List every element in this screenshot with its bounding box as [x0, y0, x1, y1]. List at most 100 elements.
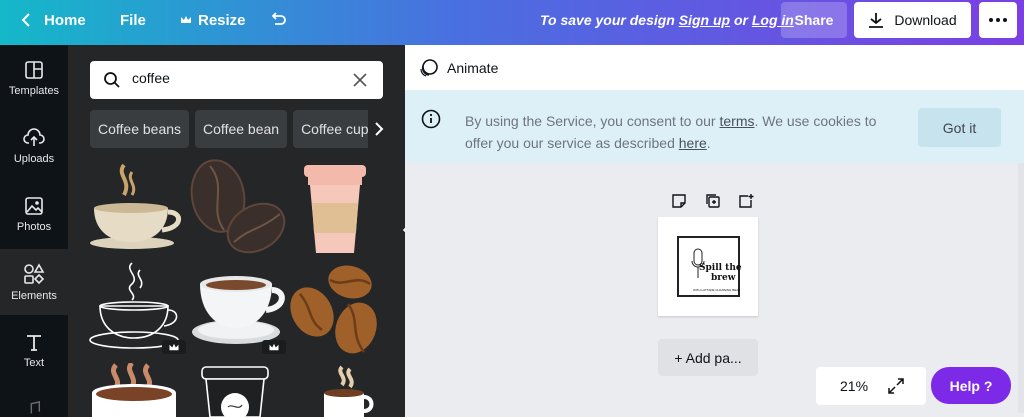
workspace: Animate By using the Service, you consen…: [405, 45, 1024, 417]
music-icon: [30, 401, 41, 414]
hot-drink-mug-element[interactable]: [88, 361, 183, 417]
takeaway-cup-element[interactable]: [300, 161, 370, 256]
design-page-thumbnail[interactable]: Spill the brew WITH LATTADE CHANNING BEA…: [658, 217, 758, 316]
paper-cup-image: [201, 366, 269, 417]
vertical-scrollbar[interactable]: [1018, 163, 1024, 413]
sidebar-item-more[interactable]: [0, 385, 68, 417]
small-mug-image: [324, 365, 374, 417]
logo-line-1: Spill the: [699, 263, 742, 273]
text-icon: [27, 334, 41, 351]
coffee-cup-steam-image: [90, 163, 181, 249]
help-label: Help ?: [949, 377, 993, 394]
file-label: File: [120, 11, 146, 29]
paper-cup-element[interactable]: [196, 363, 276, 417]
cookie-message: By using the Service, you consent to our…: [465, 110, 905, 154]
coffee-beans-sketch-element[interactable]: [188, 158, 288, 256]
more-icon: [989, 18, 1007, 22]
premium-badge: [262, 340, 286, 354]
chips-next-button[interactable]: [368, 110, 390, 148]
templates-icon: [25, 60, 43, 79]
photo-icon: [25, 196, 43, 215]
animate-button[interactable]: Animate: [447, 60, 498, 76]
clear-icon[interactable]: [353, 73, 367, 87]
or-text: or: [733, 12, 748, 28]
note-icon[interactable]: [671, 193, 687, 209]
logo-line-3: WITH LATTADE CHANNING BEAL: [693, 288, 740, 292]
chip-coffee-bean[interactable]: Coffee bean: [195, 110, 288, 148]
sidebar-item-label: Photos: [16, 220, 52, 233]
sidebar-item-label: Elements: [11, 289, 57, 302]
got-it-label: Got it: [942, 119, 977, 136]
small-mug-element[interactable]: [316, 365, 376, 417]
add-page-button[interactable]: + Add pa...: [658, 339, 758, 376]
help-button[interactable]: Help ?: [931, 367, 1011, 404]
undo-icon: [271, 12, 286, 25]
sidebar-item-label: Uploads: [13, 152, 55, 165]
sidebar-item-uploads[interactable]: Uploads: [0, 113, 68, 179]
search-icon: [104, 72, 120, 88]
terms-link[interactable]: terms: [719, 113, 754, 129]
sign-up-link[interactable]: Sign up: [679, 12, 730, 28]
chip-coffee-cup[interactable]: Coffee cup: [293, 110, 377, 148]
fullscreen-icon[interactable]: [888, 378, 904, 394]
share-button[interactable]: Share: [781, 2, 847, 38]
home-label: Home: [44, 11, 86, 29]
elements-panel: coffee Coffee beans Coffee bean Coffee c…: [68, 45, 405, 417]
add-page-label: + Add pa...: [674, 349, 742, 366]
cookie-text-1: By using the Service, you consent to our: [465, 113, 716, 129]
info-icon: [421, 109, 441, 129]
search-input[interactable]: coffee: [132, 70, 170, 86]
resize-label: Resize: [198, 11, 246, 29]
crown-icon: [169, 343, 179, 350]
share-label: Share: [794, 12, 834, 28]
coffee-cup-steam-element[interactable]: [88, 160, 183, 255]
sidebar-item-templates[interactable]: Templates: [0, 45, 68, 111]
logo-line-2: brew: [711, 273, 736, 283]
spill-the-brew-logo: Spill the brew WITH LATTADE CHANNING BEA…: [677, 236, 742, 297]
animate-icon: [420, 58, 438, 77]
cookie-text-3: .: [706, 135, 711, 151]
chevron-right-icon: [375, 122, 384, 136]
save-prefix: To save your design: [540, 12, 675, 28]
cookie-banner: By using the Service, you consent to our…: [405, 90, 1024, 163]
sidebar-item-photos[interactable]: Photos: [0, 181, 68, 247]
download-label: Download: [894, 12, 957, 28]
side-navigation: Templates Uploads Photos Elements Text: [0, 45, 68, 417]
takeaway-cup-image: [304, 165, 366, 253]
more-button[interactable]: [979, 2, 1017, 38]
download-button[interactable]: Download: [854, 2, 971, 38]
duplicate-page-icon[interactable]: [705, 193, 721, 209]
here-link[interactable]: here: [679, 135, 707, 151]
download-icon: [869, 13, 884, 28]
brown-beans-element[interactable]: [290, 264, 385, 356]
sidebar-item-label: Text: [23, 356, 45, 369]
brown-beans-image: [290, 265, 377, 354]
line-art-cup-element[interactable]: [88, 260, 186, 355]
hot-drink-mug-image: [92, 361, 176, 417]
undo-button[interactable]: [269, 0, 287, 40]
zoom-control[interactable]: 21%: [816, 367, 926, 405]
chevron-left-icon: [21, 13, 30, 27]
sidebar-item-text[interactable]: Text: [0, 317, 68, 383]
suggestion-chips: Coffee beans Coffee bean Coffee cup: [90, 110, 377, 148]
file-menu[interactable]: File: [120, 0, 146, 40]
search-box[interactable]: coffee: [90, 61, 383, 99]
got-it-button[interactable]: Got it: [918, 108, 1001, 147]
sidebar-item-elements[interactable]: Elements: [0, 249, 68, 315]
top-bar: Home File Resize To save your design Sig…: [0, 0, 1024, 45]
home-button[interactable]: Home: [20, 0, 86, 40]
white-cup-element[interactable]: [190, 270, 286, 355]
chip-coffee-beans[interactable]: Coffee beans: [90, 110, 190, 148]
upload-cloud-icon: [23, 127, 45, 146]
resize-button[interactable]: Resize: [180, 0, 246, 40]
coffee-beans-sketch-image: [190, 159, 286, 254]
crown-icon: [181, 16, 191, 23]
shapes-icon: [24, 262, 45, 284]
animate-toolbar: Animate: [405, 45, 1024, 90]
add-page-icon[interactable]: [738, 193, 754, 209]
premium-badge: [162, 340, 186, 354]
crown-icon: [269, 343, 279, 350]
zoom-value: 21%: [840, 378, 869, 394]
save-prompt: To save your design Sign up or Log in: [540, 0, 794, 40]
sidebar-item-label: Templates: [8, 84, 60, 97]
